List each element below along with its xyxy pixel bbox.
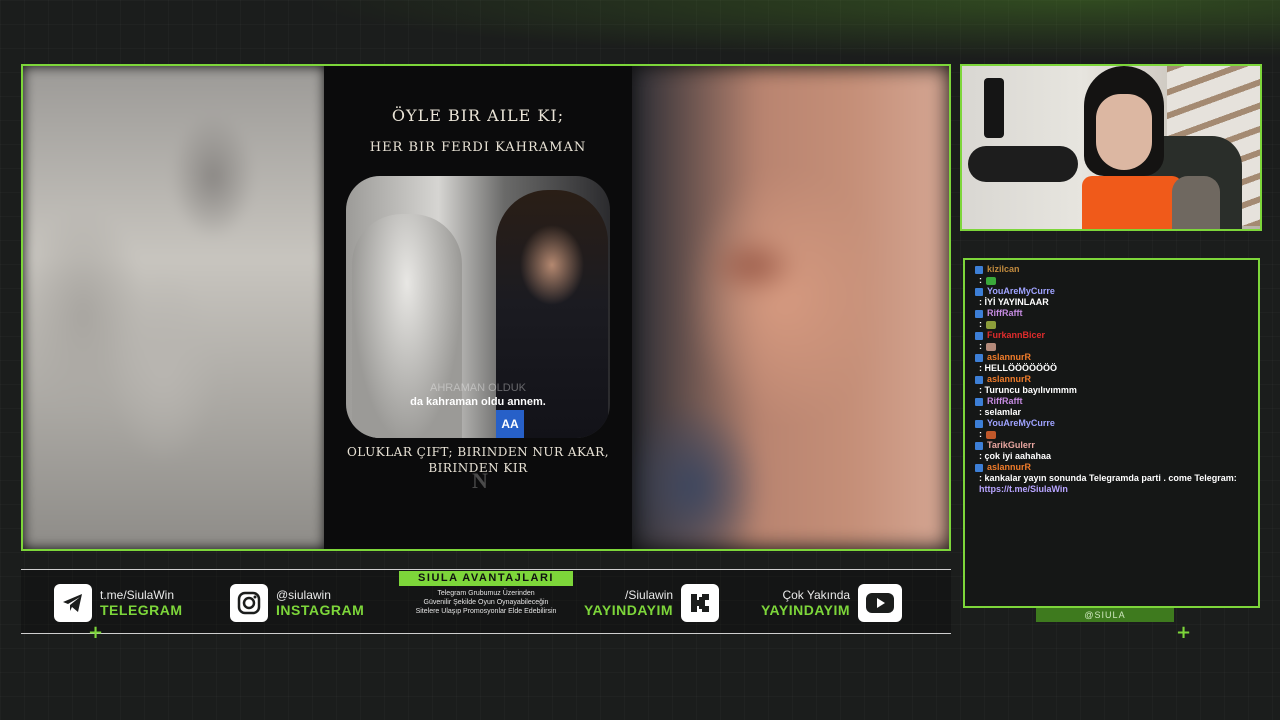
chat-text: : Turuncu bayılıvımmm <box>979 385 1077 395</box>
chat-text: : <box>975 275 1250 286</box>
kick-label: YAYINDAYIM <box>584 602 674 618</box>
chat-message: aslannurR: kankalar yayın sonunda Telegr… <box>975 462 1250 495</box>
chat-username[interactable]: TarikGulerr <box>975 440 1250 451</box>
blurred-right-panel <box>633 66 949 549</box>
caption-ghost: AHRAMAN OLDUK <box>430 382 526 394</box>
promo-line-2: Güvenilir Şekilde Oyun Oynayabileceğin <box>423 599 549 606</box>
youtube-icon <box>858 584 903 622</box>
badge-icon <box>975 375 983 384</box>
chat-username[interactable]: FurkannBicer <box>975 330 1250 341</box>
chat-username[interactable]: YouAreMyCurre <box>975 418 1250 429</box>
youtube-label: YAYINDAYIM <box>761 602 851 618</box>
chat-username[interactable]: kizilcan <box>975 264 1250 275</box>
video-watermark: N <box>472 468 488 493</box>
chat-text: : selamlar <box>979 407 1022 417</box>
chat-message: kizilcan: <box>975 264 1250 286</box>
chat-username[interactable]: aslannurR <box>975 352 1250 363</box>
instagram-label: INSTAGRAM <box>276 602 365 618</box>
chat-list: kizilcan: YouAreMyCurre: İYİ YAYINLAAR Rif… <box>975 264 1250 495</box>
plus-decoration: + <box>88 622 104 643</box>
chat-text: : İYİ YAYINLAAR <box>979 297 1049 307</box>
badge-icon <box>975 463 983 472</box>
social-kick[interactable]: /Siulawin YAYINDAYIM <box>584 584 720 622</box>
webcam-microphone <box>968 146 1078 182</box>
webcam-streamer-arm <box>1172 176 1220 229</box>
plus-decoration: + <box>1176 622 1192 643</box>
chat-text: : <box>975 341 1250 352</box>
instagram-icon <box>230 584 268 622</box>
emote-icon <box>986 276 996 285</box>
chat-message: YouAreMyCurre: İYİ YAYINLAAR <box>975 286 1250 308</box>
badge-icon <box>975 287 983 296</box>
promo-line-1: Telegram Grubumuz Üzerinden <box>437 590 535 597</box>
telegram-label: TELEGRAM <box>100 602 183 618</box>
chat-message: TarikGulerr: çok iyi aahahaa <box>975 440 1250 462</box>
badge-icon <box>975 309 983 318</box>
social-telegram[interactable]: t.me/SiulaWin TELEGRAM <box>54 584 183 622</box>
badge-icon <box>975 331 983 340</box>
social-instagram[interactable]: @siulawin INSTAGRAM <box>230 584 364 622</box>
promo-line-3: Sitelere Ulaşıp Promosyonlar Elde Edebil… <box>415 608 557 615</box>
chat-text: : <box>975 319 1250 330</box>
blurred-left-panel <box>23 66 325 549</box>
top-glow <box>300 0 1280 60</box>
chat-message: YouAreMyCurre: <box>975 418 1250 440</box>
emote-icon <box>986 320 996 329</box>
badge-icon <box>975 419 983 428</box>
kick-handle: /Siulawin <box>625 588 674 602</box>
mic-badge: AA <box>496 410 524 438</box>
youtube-handle: Çok Yakında <box>782 588 851 602</box>
chat-panel[interactable]: kizilcan: YouAreMyCurre: İYİ YAYINLAAR Rif… <box>963 258 1260 608</box>
chat-message: RiffRafft: selamlar <box>975 396 1250 418</box>
chat-message: aslannurR: HELLÖÖÖÖÖÖÖ <box>975 352 1250 374</box>
chat-text: : kankalar yayın sonunda Telegramda part… <box>979 473 1237 483</box>
chat-username[interactable]: YouAreMyCurre <box>975 286 1250 297</box>
webcam-streamer-face <box>1096 94 1152 170</box>
video-subtitle-top: HER BIR FERDI KAHRAMAN <box>369 140 587 155</box>
chat-username[interactable]: RiffRafft <box>975 308 1250 319</box>
chat-username[interactable]: aslannurR <box>975 374 1250 385</box>
emote-icon <box>986 342 996 351</box>
badge-icon <box>975 441 983 450</box>
video-caption: da kahraman oldu annem. <box>410 396 546 408</box>
chat-link[interactable]: https://t.me/SiulaWin <box>975 484 1250 495</box>
webcam-frame <box>960 64 1262 231</box>
social-youtube[interactable]: Çok Yakında YAYINDAYIM <box>761 584 903 622</box>
chat-username[interactable]: aslannurR <box>975 462 1250 473</box>
main-video-frame: ÖYLE BIR AILE KI; HER BIR FERDI KAHRAMAN… <box>21 64 951 551</box>
chat-message: aslannurR: Turuncu bayılıvımmm <box>975 374 1250 396</box>
webcam-streamer-top <box>1082 176 1182 229</box>
webcam-mic-arm <box>984 78 1004 138</box>
telegram-icon <box>54 584 92 622</box>
center-video: ÖYLE BIR AILE KI; HER BIR FERDI KAHRAMAN… <box>324 66 632 549</box>
promo-box: SIULA AVANTAJLARI Telegram Grubumuz Üzer… <box>399 571 573 616</box>
badge-icon <box>975 265 983 274</box>
badge-icon <box>975 353 983 362</box>
video-photo: AHRAMAN OLDUK da kahraman oldu annem. AA <box>346 176 610 438</box>
kick-icon <box>681 584 720 622</box>
telegram-handle: t.me/SiulaWin <box>100 588 175 602</box>
emote-icon <box>986 430 996 439</box>
chat-username[interactable]: RiffRafft <box>975 396 1250 407</box>
chat-text: : çok iyi aahahaa <box>979 451 1052 461</box>
video-title: ÖYLE BIR AILE KI; <box>391 106 565 125</box>
badge-icon <box>975 397 983 406</box>
chat-message: FurkannBicer: <box>975 330 1250 352</box>
instagram-handle: @siulawin <box>276 588 331 602</box>
promo-title: SIULA AVANTAJLARI <box>399 571 573 586</box>
chat-text: : HELLÖÖÖÖÖÖÖ <box>979 363 1057 373</box>
handle-bar: @SIULA <box>1036 608 1174 622</box>
chat-message: RiffRafft: <box>975 308 1250 330</box>
chat-text: : <box>975 429 1250 440</box>
